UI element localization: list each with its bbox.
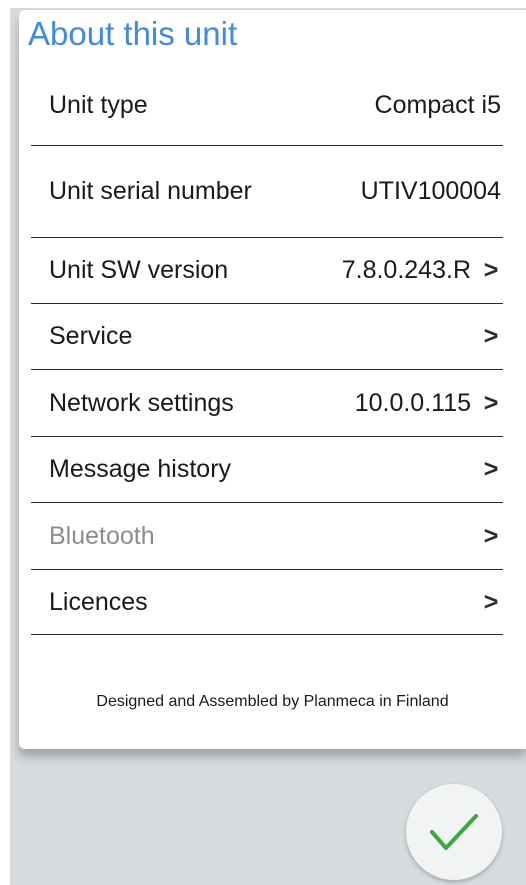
chevron-right-icon: >: [483, 521, 499, 550]
row-value: Compact i5: [374, 91, 501, 119]
row-label: Message history: [49, 455, 232, 483]
chevron-right-icon: >: [483, 455, 499, 483]
ok-button[interactable]: [406, 784, 502, 880]
row-label: Unit serial number: [49, 177, 252, 205]
row-unit-serial-number: Unit serial number UTIV100004: [31, 146, 503, 238]
row-service[interactable]: Service >: [31, 304, 503, 370]
chevron-right-icon: >: [483, 388, 499, 417]
page-title: About this unit: [28, 15, 238, 52]
chevron-right-icon: >: [483, 322, 499, 350]
chevron-right-icon: >: [483, 256, 499, 284]
checkmark-icon: [430, 814, 478, 850]
footer-text: Designed and Assembled by Planmeca in Fi…: [96, 693, 449, 710]
row-label: Unit SW version: [49, 256, 229, 284]
row-unit-type: Unit type Compact i5: [31, 66, 503, 146]
row-value: UTIV100004: [360, 177, 501, 205]
about-card: About this unit Unit type Compact i5 Uni…: [19, 10, 526, 749]
row-label: Licences: [49, 587, 148, 616]
row-label: Service: [49, 322, 133, 350]
screen: About this unit Unit type Compact i5 Uni…: [10, 8, 526, 885]
row-value: 10.0.0.115: [354, 388, 471, 417]
row-message-history[interactable]: Message history >: [31, 437, 503, 503]
row-bluetooth[interactable]: Bluetooth >: [31, 503, 503, 570]
row-label: Bluetooth: [49, 521, 155, 550]
row-network-settings[interactable]: Network settings 10.0.0.115 >: [31, 370, 503, 437]
row-value: 7.8.0.243.R: [341, 256, 471, 284]
chevron-right-icon: >: [483, 587, 499, 616]
info-list: Unit type Compact i5 Unit serial number …: [31, 66, 503, 635]
row-unit-sw-version[interactable]: Unit SW version 7.8.0.243.R >: [31, 238, 503, 304]
row-licences[interactable]: Licences >: [31, 570, 503, 635]
row-label: Unit type: [49, 91, 148, 119]
row-label: Network settings: [49, 388, 234, 417]
